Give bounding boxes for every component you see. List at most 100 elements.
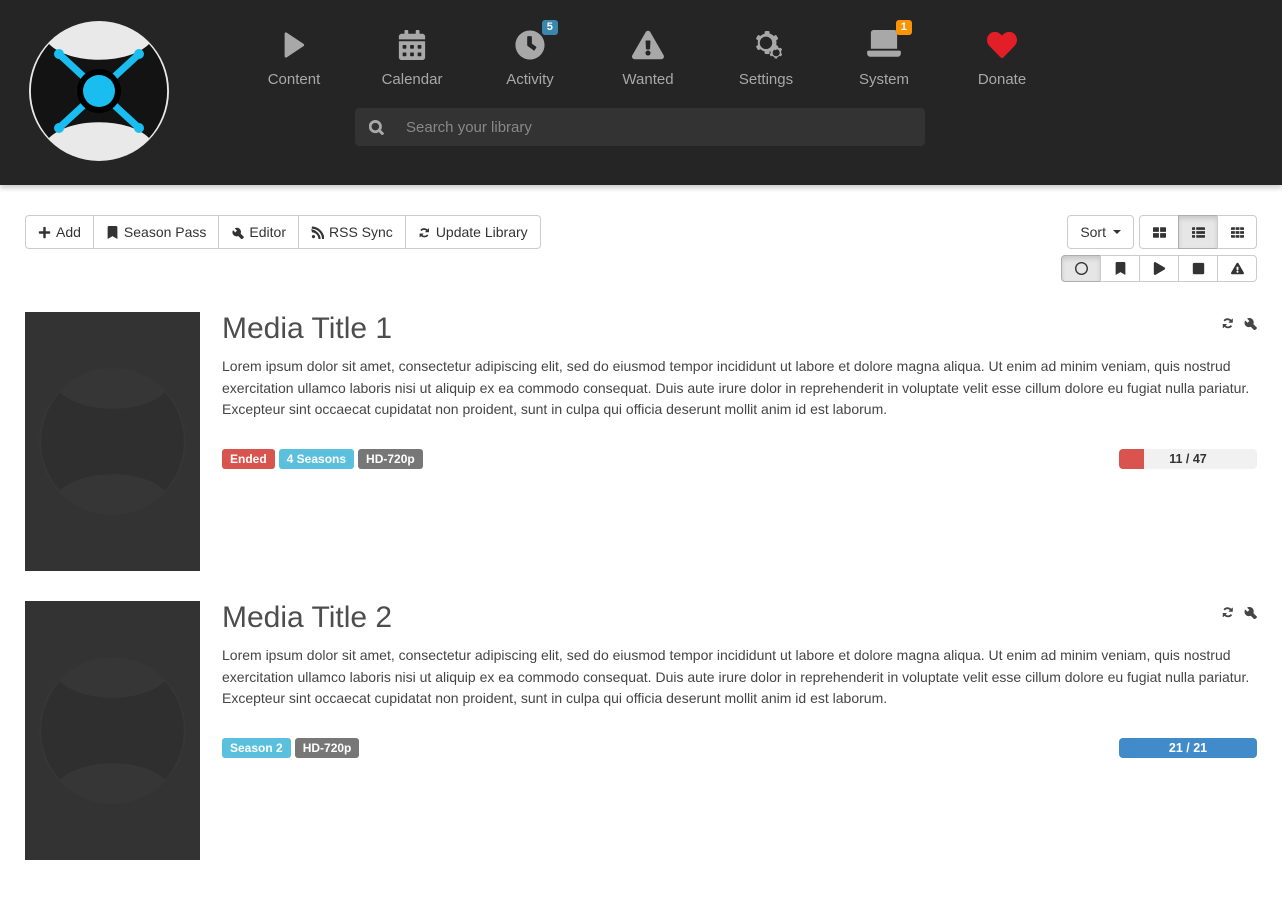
search-row — [355, 108, 1257, 146]
nav-wanted[interactable]: Wanted — [589, 20, 707, 88]
label-row: Season 2HD-720p 21 / 21 — [222, 738, 1257, 758]
media-item: Media Title 1 Lorem ipsum dolor sit amet… — [25, 312, 1257, 571]
circle-icon — [1075, 262, 1088, 275]
poster[interactable] — [25, 312, 200, 571]
progress-wrap: 11 / 47 — [1119, 449, 1257, 469]
progress: 11 / 47 — [1119, 449, 1257, 469]
app-logo[interactable] — [25, 20, 173, 162]
cogs-icon — [749, 30, 783, 60]
editor-label: Editor — [249, 222, 286, 242]
wrench-icon — [231, 226, 244, 239]
filter-missing-button[interactable] — [1217, 255, 1257, 282]
media-item: Media Title 2 Lorem ipsum dolor sit amet… — [25, 601, 1257, 860]
poster[interactable] — [25, 601, 200, 860]
item-refresh-icon[interactable] — [1221, 605, 1235, 619]
refresh-icon — [418, 226, 431, 239]
primary-nav: Content Calendar 5 Activity Wanted Setti… — [235, 0, 1257, 88]
nav-activity[interactable]: 5 Activity — [471, 20, 589, 88]
nav-label: Activity — [471, 71, 589, 88]
view-table-button[interactable] — [1217, 215, 1257, 249]
nav-label: Content — [235, 71, 353, 88]
media-label: 4 Seasons — [279, 449, 354, 469]
item-edit-icon[interactable] — [1243, 605, 1257, 619]
nav-donate[interactable]: Donate — [943, 20, 1061, 88]
editor-button[interactable]: Editor — [218, 215, 299, 249]
play-icon — [282, 30, 306, 60]
nav-content[interactable]: Content — [235, 20, 353, 88]
rss-sync-label: RSS Sync — [329, 222, 393, 242]
media-title[interactable]: Media Title 1 — [222, 312, 1257, 346]
update-library-button[interactable]: Update Library — [405, 215, 541, 249]
nav-settings[interactable]: Settings — [707, 20, 825, 88]
th-list-icon — [1192, 226, 1205, 239]
search-input[interactable] — [406, 119, 911, 136]
media-title[interactable]: Media Title 2 — [222, 601, 1257, 635]
plus-icon — [38, 226, 51, 239]
item-actions — [1221, 605, 1257, 619]
filter-all-button[interactable] — [1061, 255, 1101, 282]
warning-icon — [1231, 262, 1244, 275]
item-actions — [1221, 316, 1257, 330]
nav-label: System — [825, 71, 943, 88]
media-label: Season 2 — [222, 738, 291, 758]
nav-label: Settings — [707, 71, 825, 88]
view-list-button[interactable] — [1178, 215, 1218, 249]
sort-button[interactable]: Sort — [1067, 215, 1134, 249]
view-grid-button[interactable] — [1139, 215, 1179, 249]
label-row: Ended4 SeasonsHD-720p 11 / 47 — [222, 449, 1257, 469]
media-list: Media Title 1 Lorem ipsum dolor sit amet… — [25, 312, 1257, 860]
item-edit-icon[interactable] — [1243, 316, 1257, 330]
toolbar-left: Add Season Pass Editor RSS Sync Update L… — [25, 215, 541, 249]
laptop-icon — [867, 30, 901, 60]
nav-system[interactable]: 1 System — [825, 20, 943, 88]
media-label: Ended — [222, 449, 275, 469]
add-button[interactable]: Add — [25, 215, 94, 249]
media-description: Lorem ipsum dolor sit amet, consectetur … — [222, 356, 1257, 421]
rss-sync-button[interactable]: RSS Sync — [298, 215, 406, 249]
th-icon — [1231, 226, 1244, 239]
media-description: Lorem ipsum dolor sit amet, consectetur … — [222, 645, 1257, 710]
caret-down-icon — [1113, 230, 1121, 234]
clock-icon — [515, 30, 545, 60]
search-icon — [369, 120, 384, 135]
season-pass-button[interactable]: Season Pass — [93, 215, 220, 249]
poster-placeholder-icon — [35, 364, 190, 519]
system-badge: 1 — [896, 20, 912, 35]
heart-icon — [986, 30, 1018, 60]
app-header: Content Calendar 5 Activity Wanted Setti… — [0, 0, 1282, 185]
toolbar-right: Sort — [1061, 215, 1257, 282]
rss-icon — [311, 226, 324, 239]
warning-icon — [632, 30, 664, 60]
nav-calendar[interactable]: Calendar — [353, 20, 471, 88]
update-library-label: Update Library — [436, 222, 528, 242]
media-content: Media Title 1 Lorem ipsum dolor sit amet… — [222, 312, 1257, 571]
toolbar: Add Season Pass Editor RSS Sync Update L… — [25, 215, 1257, 282]
progress-text: 11 / 47 — [1119, 449, 1257, 469]
item-refresh-icon[interactable] — [1221, 316, 1235, 330]
search-group — [355, 108, 925, 146]
bookmark-icon — [1114, 262, 1127, 275]
add-label: Add — [56, 222, 81, 242]
filter-continuing-button[interactable] — [1139, 255, 1179, 282]
sort-label: Sort — [1080, 222, 1106, 242]
poster-placeholder-icon — [35, 653, 190, 808]
stop-icon — [1192, 262, 1205, 275]
nav-label: Donate — [943, 71, 1061, 88]
th-large-icon — [1153, 226, 1166, 239]
page-body: Add Season Pass Editor RSS Sync Update L… — [0, 185, 1282, 920]
nav-label: Wanted — [589, 71, 707, 88]
play-icon — [1153, 262, 1166, 275]
calendar-icon — [397, 30, 427, 60]
filter-monitored-button[interactable] — [1100, 255, 1140, 282]
progress-text: 21 / 21 — [1119, 738, 1257, 758]
progress: 21 / 21 — [1119, 738, 1257, 758]
season-pass-label: Season Pass — [124, 222, 207, 242]
media-label: HD-720p — [295, 738, 360, 758]
activity-badge: 5 — [542, 20, 558, 35]
media-label: HD-720p — [358, 449, 423, 469]
bookmark-icon — [106, 226, 119, 239]
filter-ended-button[interactable] — [1178, 255, 1218, 282]
nav-label: Calendar — [353, 71, 471, 88]
media-content: Media Title 2 Lorem ipsum dolor sit amet… — [222, 601, 1257, 860]
progress-wrap: 21 / 21 — [1119, 738, 1257, 758]
